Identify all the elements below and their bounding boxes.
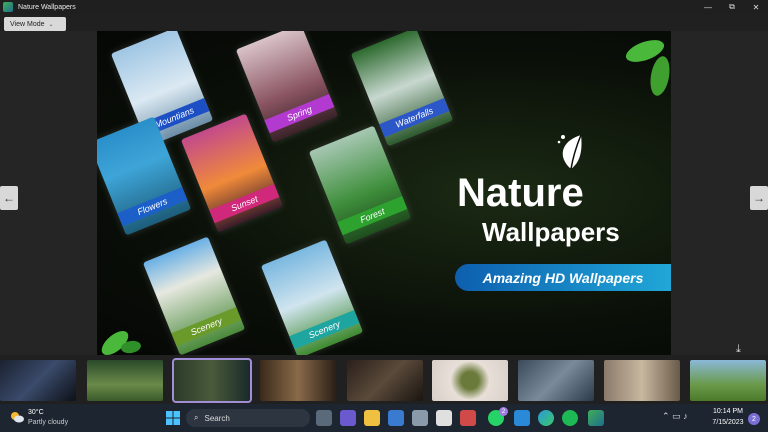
wallpaper-card: Scenery: [260, 239, 364, 355]
clock-time: 10:14 PM: [713, 408, 743, 415]
weather-description: Partly cloudy: [28, 419, 69, 426]
card-label: Waterfalls: [379, 97, 450, 138]
view-mode-label: View Mode: [10, 20, 45, 28]
thumbnail[interactable]: [347, 360, 423, 401]
view-mode-dropdown[interactable]: View Mode ⌄: [4, 17, 66, 31]
minimize-button[interactable]: —: [696, 0, 720, 14]
window-controls: — ⧉ ✕: [696, 0, 768, 14]
download-button[interactable]: ⤓: [736, 343, 741, 356]
maximize-button[interactable]: ⧉: [720, 0, 744, 14]
card-label: Sunset: [209, 183, 280, 224]
partly-cloudy-icon: [11, 412, 24, 423]
leaf-logo-icon: [557, 134, 582, 170]
leaf-decoration-icon: [101, 331, 141, 355]
nature-wallpapers-app-icon[interactable]: [588, 410, 604, 426]
teams-chat-icon[interactable]: [340, 410, 356, 426]
card-label: Scenery: [171, 306, 242, 347]
image-banner: Amazing HD Wallpapers: [455, 264, 671, 291]
thumbnail-strip: [0, 357, 768, 403]
windows-start-icon[interactable]: [166, 411, 180, 425]
card-label: Flowers: [117, 186, 188, 227]
main-wallpaper-image: Mountians Spring Waterfalls Flowers Suns…: [97, 31, 671, 355]
thumbnail[interactable]: [432, 360, 508, 401]
vscode-icon[interactable]: [514, 410, 530, 426]
file-explorer-icon[interactable]: [364, 410, 380, 426]
next-image-button[interactable]: →: [750, 186, 768, 210]
thumbnail[interactable]: [0, 360, 76, 401]
previous-image-button[interactable]: ←: [0, 186, 18, 210]
thumbnail[interactable]: [87, 360, 163, 401]
thumbnail[interactable]: [604, 360, 680, 401]
weather-temperature: 30°C: [28, 409, 44, 416]
app-icon: [3, 2, 13, 12]
chevron-down-icon: ⌄: [48, 21, 54, 28]
taskbar: [0, 404, 768, 432]
clock-date: 7/15/2023: [712, 419, 744, 426]
network-icon: ▭: [672, 411, 681, 421]
leaf-decoration-icon: [625, 40, 670, 96]
app-icon-generic[interactable]: [412, 410, 428, 426]
chevron-up-icon: ⌃: [662, 411, 670, 421]
card-label: Spring: [264, 93, 335, 134]
notification-badge[interactable]: 2: [748, 413, 760, 425]
card-label: Forest: [337, 195, 408, 236]
whatsapp-badge: 2: [499, 407, 508, 416]
title-bar: Nature Wallpapers — ⧉ ✕: [0, 0, 768, 14]
arrow-left-icon: ←: [3, 191, 15, 205]
wallpaper-card: Spring: [235, 31, 339, 143]
github-icon[interactable]: [436, 410, 452, 426]
thumbnail[interactable]: [518, 360, 594, 401]
download-icon: ⤓: [736, 343, 741, 355]
thumbnail[interactable]: [690, 360, 766, 401]
search-placeholder: Search: [204, 413, 230, 423]
task-view-icon[interactable]: [316, 410, 332, 426]
image-title-line2: Wallpapers: [482, 217, 620, 247]
edge-icon[interactable]: [538, 410, 554, 426]
taskbar-search[interactable]: ⌕ Search: [186, 409, 310, 427]
thumbnail-selected[interactable]: [172, 358, 252, 403]
system-tray[interactable]: ⌃ ▭ ♪: [662, 411, 688, 422]
wallpaper-card: Scenery: [142, 236, 246, 355]
arrow-right-icon: →: [753, 191, 765, 205]
weather-widget[interactable]: 30°C Partly cloudy: [8, 405, 88, 431]
card-label: Scenery: [289, 309, 360, 350]
volume-icon: ♪: [683, 411, 688, 421]
app-icon-generic[interactable]: [460, 410, 476, 426]
spotify-icon[interactable]: [562, 410, 578, 426]
thumbnail[interactable]: [260, 360, 336, 401]
microsoft-store-icon[interactable]: [388, 410, 404, 426]
search-icon: ⌕: [194, 413, 199, 422]
image-stage: ← Mountians Spring Waterfalls Flowers Su…: [0, 31, 768, 355]
window-title: Nature Wallpapers: [18, 3, 76, 11]
close-button[interactable]: ✕: [744, 0, 768, 14]
image-title-line1: Nature: [457, 171, 584, 215]
